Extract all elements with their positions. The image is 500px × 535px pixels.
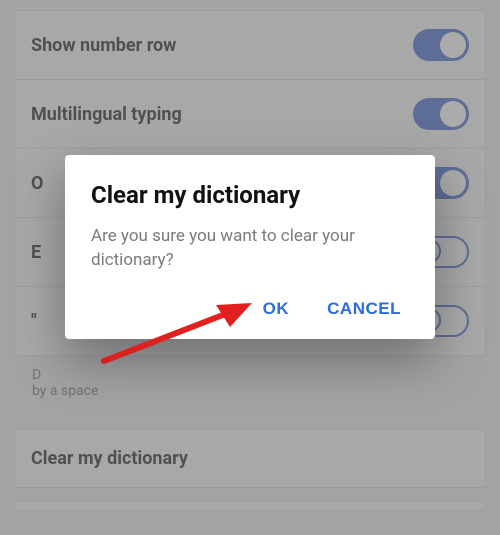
ok-button[interactable]: OK	[263, 299, 290, 319]
dialog-title: Clear my dictionary	[91, 181, 409, 209]
dialog-body: Are you sure you want to clear your dict…	[91, 225, 409, 273]
clear-dictionary-dialog: Clear my dictionary Are you sure you wan…	[65, 155, 435, 339]
dialog-actions: OK CANCEL	[91, 299, 409, 325]
cancel-button[interactable]: CANCEL	[327, 299, 401, 319]
